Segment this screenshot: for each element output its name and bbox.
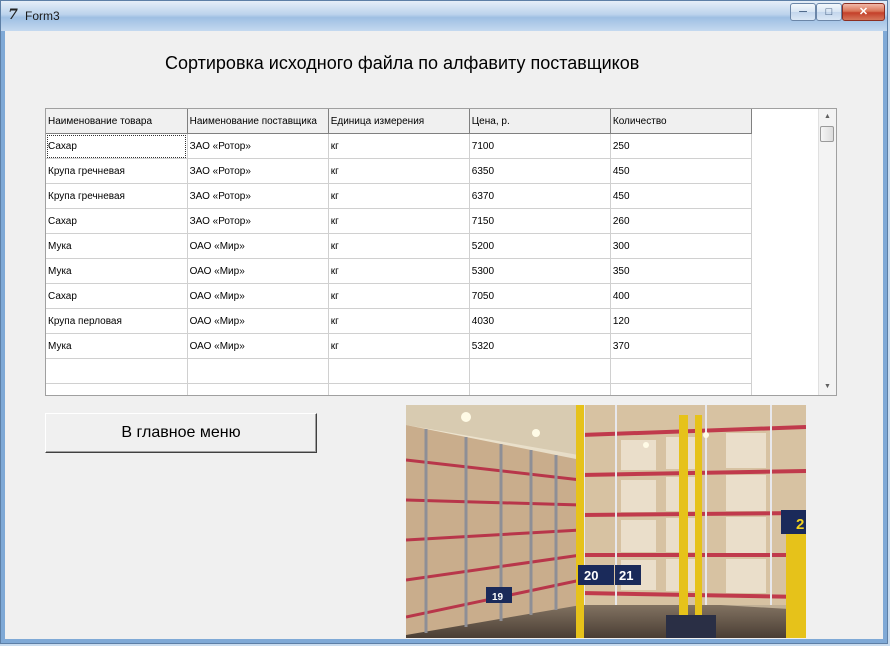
table-cell[interactable] [610, 358, 753, 384]
table-cell[interactable] [328, 358, 470, 384]
table-cell[interactable]: 7150 [469, 208, 611, 234]
data-grid[interactable]: Наименование товара Наименование поставщ… [45, 108, 837, 396]
rack-label: 2 [796, 516, 804, 533]
main-menu-button[interactable]: В главное меню [45, 413, 317, 453]
table-cell[interactable]: Мука [46, 233, 188, 259]
table-cell[interactable]: кг [328, 333, 470, 359]
table-cell[interactable] [46, 358, 188, 384]
table-cell[interactable]: ЗАО «Ротор» [187, 158, 329, 184]
title-bar[interactable]: 7 Form3 ─ □ ✕ [1, 1, 887, 31]
table-cell[interactable]: 300 [610, 233, 753, 259]
table-cell[interactable] [328, 383, 470, 395]
close-button[interactable]: ✕ [842, 3, 885, 21]
table-cell[interactable]: 450 [610, 158, 753, 184]
table-row[interactable]: Мука ОАО «Мир» кг 5320 370 [46, 333, 753, 359]
column-header[interactable]: Цена, р. [469, 109, 611, 134]
table-cell[interactable]: кг [328, 308, 470, 334]
table-row[interactable]: Крупа гречневая ЗАО «Ротор» кг 6370 450 [46, 183, 753, 209]
form-client-area: Сортировка исходного файла по алфавиту п… [5, 31, 883, 639]
table-row[interactable]: Крупа гречневая ЗАО «Ротор» кг 6350 450 [46, 158, 753, 184]
warehouse-image: 20 21 2 19 [406, 405, 806, 638]
rack-label: 20 [584, 568, 598, 583]
page-title: Сортировка исходного файла по алфавиту п… [165, 53, 640, 73]
column-header[interactable]: Количество [610, 109, 753, 134]
table-cell[interactable]: 250 [610, 133, 753, 159]
grid-header-row: Наименование товара Наименование поставщ… [46, 109, 753, 134]
table-cell[interactable]: Мука [46, 333, 188, 359]
table-cell[interactable]: 350 [610, 258, 753, 284]
table-cell[interactable]: 400 [610, 283, 753, 309]
table-row[interactable]: Сахар ОАО «Мир» кг 7050 400 [46, 283, 753, 309]
table-cell[interactable]: 370 [610, 333, 753, 359]
table-cell[interactable]: кг [328, 208, 470, 234]
table-row[interactable] [46, 383, 753, 395]
table-cell[interactable]: Крупа гречневая [46, 158, 188, 184]
column-header[interactable]: Наименование поставщика [187, 109, 329, 134]
table-cell[interactable]: 4030 [469, 308, 611, 334]
table-cell[interactable]: кг [328, 183, 470, 209]
table-row[interactable] [46, 358, 753, 384]
table-cell[interactable] [46, 383, 188, 395]
table-cell[interactable]: 6350 [469, 158, 611, 184]
table-cell[interactable] [469, 358, 611, 384]
table-cell[interactable]: Крупа гречневая [46, 183, 188, 209]
table-row[interactable]: Мука ОАО «Мир» кг 5200 300 [46, 233, 753, 259]
table-cell[interactable]: кг [328, 133, 470, 159]
table-cell[interactable]: кг [328, 158, 470, 184]
table-cell[interactable]: 260 [610, 208, 753, 234]
application-window: 7 Form3 ─ □ ✕ Сортировка исходного файла… [0, 0, 888, 644]
table-cell[interactable]: кг [328, 258, 470, 284]
table-row[interactable]: Сахар ЗАО «Ротор» кг 7100 250 [46, 133, 753, 159]
table-cell[interactable] [610, 383, 753, 395]
table-cell[interactable]: ОАО «Мир» [187, 308, 329, 334]
table-row[interactable]: Мука ОАО «Мир» кг 5300 350 [46, 258, 753, 284]
table-cell[interactable]: 120 [610, 308, 753, 334]
table-cell[interactable]: 7100 [469, 133, 611, 159]
table-cell[interactable] [187, 383, 329, 395]
table-cell[interactable]: ОАО «Мир» [187, 258, 329, 284]
table-cell[interactable]: 5200 [469, 233, 611, 259]
table-cell[interactable]: ЗАО «Ротор» [187, 183, 329, 209]
table-cell[interactable]: Сахар [46, 133, 188, 159]
table-cell[interactable]: 6370 [469, 183, 611, 209]
scroll-up-arrow-icon[interactable]: ▲ [819, 109, 836, 125]
delphi-app-icon: 7 [5, 7, 21, 23]
table-cell[interactable]: кг [328, 283, 470, 309]
table-cell[interactable]: Сахар [46, 283, 188, 309]
table-row[interactable]: Сахар ЗАО «Ротор» кг 7150 260 [46, 208, 753, 234]
table-cell[interactable] [469, 383, 611, 395]
table-cell[interactable]: 5300 [469, 258, 611, 284]
table-cell[interactable]: ОАО «Мир» [187, 333, 329, 359]
maximize-button[interactable]: □ [816, 3, 842, 21]
warehouse-photo: 20 21 2 19 [406, 405, 806, 638]
rack-label: 21 [619, 568, 633, 583]
table-cell[interactable]: кг [328, 233, 470, 259]
rack-label: 19 [492, 592, 504, 603]
table-cell[interactable]: 7050 [469, 283, 611, 309]
window-title: Form3 [25, 9, 60, 23]
table-cell[interactable] [187, 358, 329, 384]
table-cell[interactable]: 5320 [469, 333, 611, 359]
minimize-button[interactable]: ─ [790, 3, 816, 21]
table-cell[interactable]: Сахар [46, 208, 188, 234]
table-cell[interactable]: ЗАО «Ротор» [187, 208, 329, 234]
vertical-scrollbar[interactable]: ▲ ▼ [818, 109, 836, 395]
scroll-thumb[interactable] [820, 126, 834, 142]
table-row[interactable]: Крупа перловая ОАО «Мир» кг 4030 120 [46, 308, 753, 334]
table-cell[interactable]: Мука [46, 258, 188, 284]
table-cell[interactable]: ОАО «Мир» [187, 283, 329, 309]
table-cell[interactable]: Крупа перловая [46, 308, 188, 334]
column-header[interactable]: Единица измерения [328, 109, 470, 134]
column-header[interactable]: Наименование товара [46, 109, 188, 134]
table-cell[interactable]: ОАО «Мир» [187, 233, 329, 259]
table-cell[interactable]: 450 [610, 183, 753, 209]
table-cell[interactable]: ЗАО «Ротор» [187, 133, 329, 159]
scroll-down-arrow-icon[interactable]: ▼ [819, 379, 836, 395]
